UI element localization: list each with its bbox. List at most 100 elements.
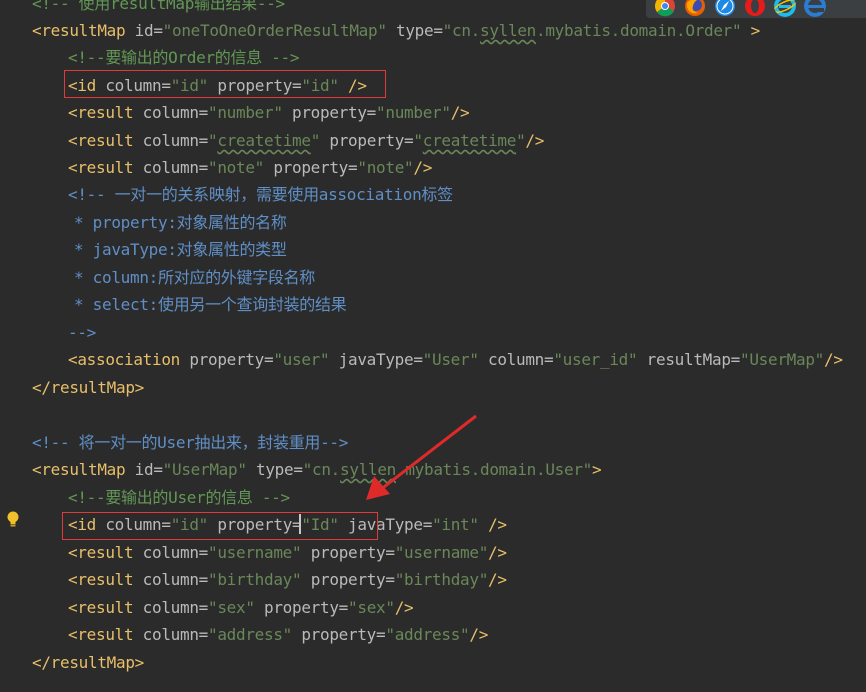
code-token: * property:对象属性的名称 xyxy=(74,213,287,232)
firefox-icon[interactable] xyxy=(684,0,706,17)
code-token: <result xyxy=(68,570,143,589)
code-line[interactable]: </resultMap> xyxy=(0,649,144,676)
code-token: "sex" xyxy=(208,598,255,617)
code-token: "UserMap" xyxy=(162,460,247,479)
browser-icon-bar xyxy=(646,0,866,18)
code-line[interactable]: <id column="id" property="id" /> xyxy=(0,72,367,99)
code-token: property= xyxy=(208,76,302,95)
opera-icon[interactable] xyxy=(744,0,766,17)
code-token: * column:所对应的外键字段名称 xyxy=(74,268,315,287)
code-line[interactable]: <result column="sex" property="sex"/> xyxy=(0,594,414,621)
code-token: "user" xyxy=(273,350,330,369)
code-token: /> xyxy=(488,543,507,562)
code-token: "username" xyxy=(208,543,302,562)
code-token: > xyxy=(592,460,602,479)
code-token: resultMap= xyxy=(637,350,741,369)
code-line[interactable]: <!-- 使用resultMap输出结果--> xyxy=(0,0,285,17)
code-line[interactable]: <result column="number" property="number… xyxy=(0,99,470,126)
code-line[interactable]: <result column="createtime" property="cr… xyxy=(0,127,544,154)
code-token: property= xyxy=(189,350,274,369)
safari-icon[interactable] xyxy=(714,0,736,17)
code-token: property= xyxy=(301,543,395,562)
code-token: column= xyxy=(478,350,554,369)
code-token: createtime xyxy=(422,131,517,150)
code-token: "cn. xyxy=(442,21,481,40)
code-token: "username" xyxy=(394,543,489,562)
code-token: column= xyxy=(142,543,209,562)
code-token: <association xyxy=(68,350,190,369)
code-line[interactable]: <!-- 将一对一的User抽出来，封装重用--> xyxy=(0,429,348,456)
code-token: " xyxy=(310,131,321,150)
code-token: "cn. xyxy=(302,460,341,479)
red-arrow-annotation xyxy=(366,414,477,500)
code-token: property= xyxy=(282,103,377,122)
code-token: column= xyxy=(142,131,209,150)
code-line[interactable]: --> xyxy=(0,319,96,346)
code-line[interactable]: <result column="note" property="note"/> xyxy=(0,154,432,181)
code-token: <result xyxy=(68,598,143,617)
code-token: /> xyxy=(338,76,367,95)
code-token: /> xyxy=(469,625,489,644)
code-line[interactable]: * property:对象属性的名称 xyxy=(0,209,287,236)
code-token: /> xyxy=(394,598,414,617)
code-token: column= xyxy=(142,598,209,617)
code-token: createtime xyxy=(217,131,311,150)
edge-icon[interactable] xyxy=(804,0,826,17)
code-editor[interactable]: <!-- 使用resultMap输出结果--> <resultMap id="o… xyxy=(0,0,866,692)
code-token: property= xyxy=(264,158,358,177)
code-token: "note" xyxy=(357,158,414,177)
code-line[interactable]: <!-- 一对一的关系映射，需要使用association标签 xyxy=(0,181,453,208)
code-token: type= xyxy=(386,21,443,40)
code-token: --> xyxy=(68,323,96,342)
code-token: "address" xyxy=(385,625,470,644)
code-token: syllen xyxy=(480,21,537,40)
code-line[interactable]: <result column="address" property="addre… xyxy=(0,621,488,648)
code-token: " xyxy=(413,131,423,150)
code-token: id= xyxy=(134,460,163,479)
lightbulb-icon[interactable] xyxy=(6,511,20,527)
code-token: javaType= xyxy=(329,350,423,369)
code-line[interactable]: <!--要输出的User的信息 --> xyxy=(0,484,290,511)
code-token: column= xyxy=(142,158,209,177)
code-line[interactable]: <result column="birthday" property="birt… xyxy=(0,566,507,593)
code-line[interactable] xyxy=(0,401,32,428)
code-token: "int" xyxy=(432,515,479,534)
code-line[interactable]: <resultMap id="UserMap" type="cn.syllen.… xyxy=(0,456,602,483)
code-token: column= xyxy=(142,625,209,644)
code-token: <result xyxy=(68,543,143,562)
code-line[interactable]: <resultMap id="oneToOneOrderResultMap" t… xyxy=(0,17,760,44)
code-token: property= xyxy=(301,570,395,589)
code-token: "address" xyxy=(208,625,293,644)
code-token: </resultMap> xyxy=(32,378,144,397)
code-line[interactable]: * column:所对应的外键字段名称 xyxy=(0,264,315,291)
code-line[interactable]: <association property="user" javaType="U… xyxy=(0,346,843,373)
code-token: column= xyxy=(142,103,209,122)
code-token: <!-- 将一对一的User抽出来，封装重用--> xyxy=(32,433,349,452)
code-token: "id" xyxy=(301,76,339,95)
code-token: /> xyxy=(824,350,843,369)
code-line[interactable]: <!--要输出的Order的信息 --> xyxy=(0,44,300,71)
code-token: <id xyxy=(68,76,106,95)
code-token: <!--要输出的User的信息 --> xyxy=(68,488,290,507)
code-token: "birthday" xyxy=(208,570,302,589)
code-token: "number" xyxy=(376,103,451,122)
code-line[interactable]: </resultMap> xyxy=(0,374,144,401)
text-cursor xyxy=(299,514,301,534)
code-line[interactable]: * javaType:对象属性的类型 xyxy=(0,236,287,263)
code-token: <id xyxy=(68,515,106,534)
code-line[interactable]: <result column="username" property="user… xyxy=(0,539,507,566)
code-line[interactable]: <id column="id" property="Id" javaType="… xyxy=(0,511,507,538)
code-token: "oneToOneOrderResultMap" xyxy=(162,21,387,40)
code-token: "Id" xyxy=(301,515,339,534)
code-token: /> xyxy=(525,131,545,150)
code-token: "User" xyxy=(422,350,479,369)
chrome-icon[interactable] xyxy=(654,0,676,17)
code-line[interactable]: * select:使用另一个查询封装的结果 xyxy=(0,291,347,318)
code-token: .mybatis.domain.Order" xyxy=(536,21,742,40)
code-token: column= xyxy=(105,515,171,534)
code-token: <!-- 一对一的关系映射，需要使用association标签 xyxy=(68,185,453,204)
ie-icon[interactable] xyxy=(774,0,796,17)
code-token: property= xyxy=(292,625,386,644)
code-token: "note" xyxy=(208,158,265,177)
code-token: property= xyxy=(208,515,302,534)
